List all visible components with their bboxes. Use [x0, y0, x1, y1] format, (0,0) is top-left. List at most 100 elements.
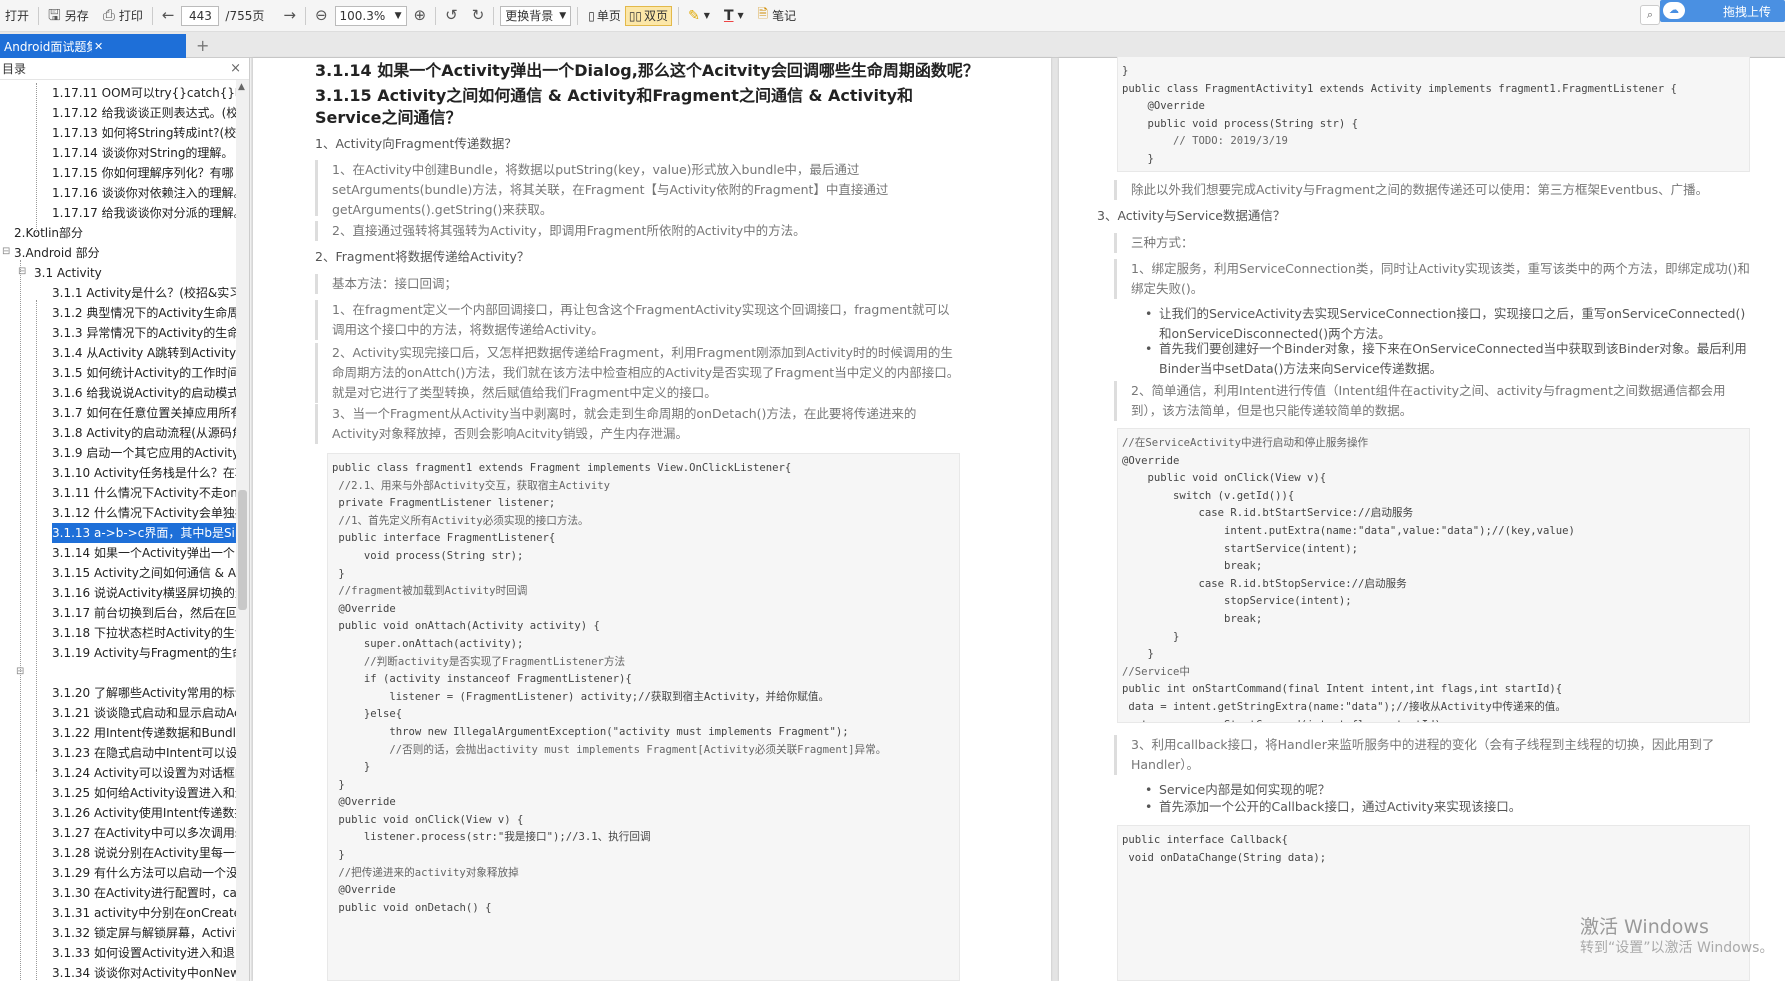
toc-item[interactable]: 3.1.1 Activity是什么？(校招&实习 [52, 283, 236, 303]
toc-item[interactable]: 3.1.7 如何在任意位置关掉应用所有 [52, 403, 236, 423]
code-line: //把传递进来的activity对象释放掉 [332, 866, 519, 879]
code-line: throw new IllegalArgumentException("acti… [332, 725, 849, 738]
toc-item[interactable]: 1.17.12 给我谈谈正则表达式。(校 [52, 103, 236, 123]
single-page-button[interactable]: ▯ 单页 [584, 6, 625, 26]
save-icon: 🖫 [48, 6, 61, 24]
toc-item[interactable]: 3.1.25 如何给Activity设置进入和退 [52, 783, 236, 803]
toc-item[interactable]: 3.1.2 典型情况下的Activity生命周 [52, 303, 236, 323]
search-icon[interactable]: ⌕ [1640, 5, 1660, 25]
toc-scrollbar[interactable]: ▲ [236, 80, 249, 981]
change-background-select[interactable]: 更换背景 ▼ [500, 5, 572, 26]
toc-item[interactable]: 3.1.4 从Activity A跳转到Activity B [52, 343, 236, 363]
toc-item[interactable]: 1.17.16 谈谈你对依赖注入的理解。 [52, 183, 236, 203]
highlight-button[interactable]: ✎ ▼ [685, 4, 713, 28]
paragraph: 1、Activity向Fragment传递数据？ [315, 136, 517, 151]
paragraph: 3、Activity与Service数据通信？ [1097, 208, 1286, 223]
blockquote: 1、在Activity中创建Bundle，将数据以putString(key，v… [315, 160, 960, 217]
left-page: 3.1.14 如果一个Activity弹出一个Dialog,那么这个Acitvi… [253, 58, 1051, 981]
chevron-down-icon: ▼ [394, 10, 402, 21]
toc-item[interactable]: 3.1.22 用Intent传递数据和Bundle [52, 723, 236, 743]
tab-bar: Android面试题集2020版(包含✕ + [0, 32, 1785, 58]
activation-watermark: 激活 Windows 转到“设置”以激活 Windows。 [1580, 915, 1785, 957]
toc-item[interactable]: 3.1.24 Activity可以设置为对话框的 [52, 763, 236, 783]
rotate-right-button[interactable]: ↻ [469, 4, 488, 28]
toc-item[interactable]: 3.1.29 有什么方法可以启动一个没 [52, 863, 236, 883]
toc-item[interactable]: 3.1.10 Activity任务栈是什么？在项 [52, 463, 236, 483]
text-button[interactable]: T ▼ [721, 4, 747, 28]
rotate-left-button[interactable]: ↺ [442, 4, 461, 28]
toc-item[interactable]: 3.1.33 如何设置Activity进入和退出 [52, 943, 236, 963]
toc-item[interactable]: 3.1.9 启动一个其它应用的Activity的 [52, 443, 236, 463]
zoom-out-button[interactable]: ⊖ [312, 4, 331, 28]
toc-item[interactable]: 3.1.32 锁定屏与解锁屏幕，Activit [52, 923, 236, 943]
open-label: 打开 [5, 9, 30, 23]
toc-item[interactable]: 3.Android 部分 [14, 243, 236, 263]
toc-item[interactable]: 3.1.17 前台切换到后台，然后在回 [52, 603, 236, 623]
toc-item[interactable]: 3.1.28 说说分别在Activity里每一个 [52, 843, 236, 863]
page-number-input[interactable]: 443 [181, 5, 220, 26]
double-page-button[interactable]: ▯▯ 双页 [624, 5, 673, 26]
document-view: 3.1.14 如果一个Activity弹出一个Dialog,那么这个Acitvi… [251, 56, 1785, 981]
code-line: //fragment被加载到Activity时回调 [332, 585, 528, 598]
toc-item[interactable]: 1.17.11 OOM可以try{}catch{}吗? [52, 83, 236, 103]
toc-item[interactable]: 3.1 Activity [34, 263, 236, 283]
toc-item[interactable]: 3.1.13 a->b->c界面，其中b是Sin [52, 523, 236, 543]
toc-item[interactable]: 1.17.17 给我谈谈你对分派的理解。 [52, 203, 236, 223]
toc-item[interactable]: 3.1.19 Activity与Fragment的生命 [52, 643, 236, 663]
scroll-thumb[interactable] [238, 490, 247, 610]
toc-item[interactable]: 3.1.23 在隐式启动中Intent可以设 [52, 743, 236, 763]
tree-line [20, 260, 21, 981]
collapse-toggle-icon[interactable]: ⊟ [2, 246, 10, 257]
toc-item[interactable]: 3.1.3 异常情况下的Activity的生命 [52, 323, 236, 343]
print-button[interactable]: ⎙ 打印 [100, 4, 146, 28]
blockquote: 1、绑定服务，利用ServiceConnection类，同时让Activity实… [1114, 259, 1754, 299]
toc-item[interactable]: 3.1.21 谈谈隐式启动和显示启动Ac [52, 703, 236, 723]
add-tab-button[interactable]: + [196, 36, 209, 55]
save-as-button[interactable]: 🖫 另存 [45, 4, 92, 28]
divider [435, 6, 437, 25]
zoom-in-button[interactable]: ⊕ [411, 4, 430, 28]
page-total: /755页 [225, 9, 265, 23]
toc-item[interactable]: 3.1.16 说说Activity横竖屏切换的生 [52, 583, 236, 603]
open-button[interactable]: 打开 [2, 4, 32, 28]
blockquote: 3、当一个Fragment从Activity当中剥离时，就会走到生命周期的onD… [315, 404, 960, 444]
toc-item[interactable]: 3.1.18 下拉状态栏时Activity的生命 [52, 623, 236, 643]
close-icon[interactable]: ✕ [94, 40, 182, 53]
toc-item[interactable]: 3.1.11 什么情况下Activity不走onD [52, 483, 236, 503]
toc-item[interactable]: 3.1.5 如何统计Activity的工作时间 [52, 363, 236, 383]
toc-item[interactable]: 1.17.15 你如何理解序列化？有哪 [52, 163, 236, 183]
toc-item[interactable]: 1.17.14 谈谈你对String的理解。 [52, 143, 236, 163]
document-tab[interactable]: Android面试题集2020版(包含✕ [0, 34, 186, 58]
toc-item[interactable]: 3.1.34 谈谈你对Activity中onNewl [52, 963, 236, 981]
single-page-icon: ▯ [588, 8, 595, 23]
chevron-up-icon[interactable]: ▲ [238, 82, 245, 92]
zoom-select[interactable]: 100.3% ▼ [334, 5, 407, 26]
toc-item[interactable]: 3.1.12 什么情况下Activity会单独执 [52, 503, 236, 523]
blockquote: 2、简单通信，利用Intent进行传值（Intent组件在activity之间、… [1114, 381, 1754, 421]
toc-item[interactable]: 3.1.20 了解哪些Activity常用的标记 [52, 683, 236, 703]
toc-item[interactable]: 3.1.27 在Activity中可以多次调用s [52, 823, 236, 843]
toc-item[interactable]: 3.1.15 Activity之间如何通信 & Ac [52, 563, 236, 583]
notes-button[interactable]: 🗎 笔记 [755, 4, 799, 28]
close-icon[interactable]: × [230, 61, 241, 76]
toc-item[interactable]: 3.1.14 如果一个Activity弹出一个D [52, 543, 236, 563]
toc-item[interactable]: 3.1.30 在Activity进行配置时，catu [52, 883, 236, 903]
next-page-button[interactable]: → [280, 4, 299, 28]
note-icon: 🗎 [757, 6, 769, 22]
toc-item[interactable]: 3.1.31 activity中分别在onCreate, [52, 903, 236, 923]
watermark-line2: 转到“设置”以激活 Windows。 [1580, 940, 1774, 956]
code-block: public interface Callback{ void onDataCh… [1117, 825, 1750, 981]
code-line: @Override [332, 884, 396, 897]
toc-item[interactable]: 3.1.6 给我说说Activity的启动模式 [52, 383, 236, 403]
tree-line [36, 300, 37, 770]
code-line: data = intent.getStringExtra(name:"data"… [1122, 700, 1566, 713]
divider [38, 6, 40, 25]
code-line: @Override [1122, 454, 1180, 467]
toc-item[interactable]: 3.1.26 Activity使用Intent传递数据 [52, 803, 236, 823]
toc-item[interactable]: 3.1.8 Activity的启动流程(从源码角 [52, 423, 236, 443]
prev-page-button[interactable]: ← [159, 4, 178, 28]
toc-item[interactable]: 1.17.13 如何将String转成int?(校招 [52, 123, 236, 143]
save-as-label: 另存 [64, 9, 89, 23]
code-line: //在ServiceActivity中进行启动和停止服务操作 [1122, 437, 1369, 449]
toc-item[interactable]: 2.Kotlin部分 [14, 223, 236, 243]
